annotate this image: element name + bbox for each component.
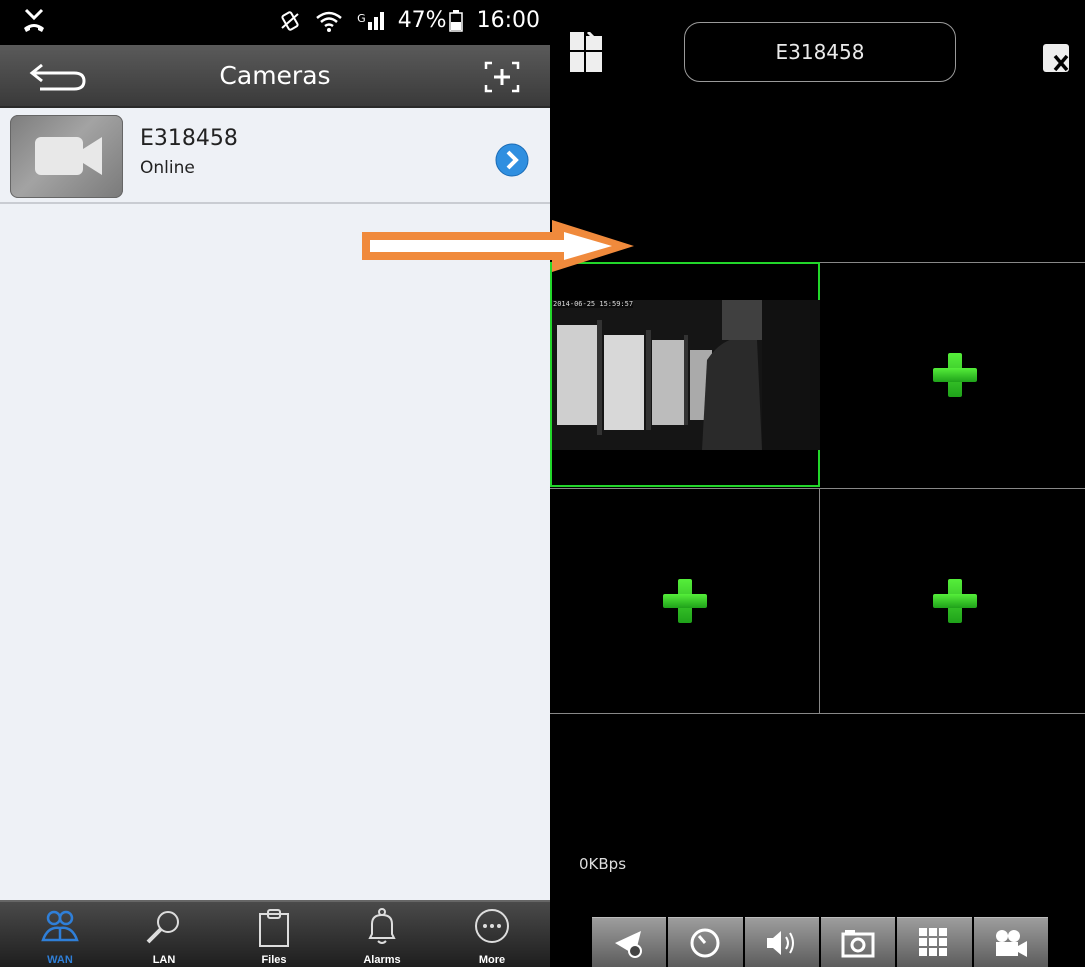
video-camera-icon xyxy=(35,137,102,175)
tab-label: More xyxy=(478,954,506,966)
tab-label: LAN xyxy=(152,954,176,966)
video-feed: 2014-06-25 15:59:57 xyxy=(552,300,820,450)
device-name-selector[interactable]: E318458 xyxy=(684,22,956,82)
grid-divider xyxy=(550,713,1085,714)
search-icon xyxy=(146,911,179,944)
arrow-annotation xyxy=(362,220,634,272)
more-icon xyxy=(475,909,509,943)
split-screen-icon[interactable] xyxy=(570,32,602,72)
status-bar: G 47% 16:00 xyxy=(0,0,550,45)
speaker-button[interactable] xyxy=(744,917,819,967)
bottom-tab-bar: WAN LAN Files Alarms More xyxy=(0,900,550,967)
camera-thumbnail xyxy=(10,115,123,198)
video-cell-2[interactable] xyxy=(820,262,1085,487)
page-title: Cameras xyxy=(219,61,331,90)
bitrate-readout: 0KBps xyxy=(579,855,627,873)
speed-button[interactable] xyxy=(668,917,743,967)
bell-icon xyxy=(368,908,396,944)
video-cell-3[interactable] xyxy=(550,488,820,713)
camera-list-item[interactable]: E318458 Online xyxy=(0,110,550,204)
wifi-icon xyxy=(316,11,342,32)
camera-snapshot-icon xyxy=(841,929,875,957)
video-timestamp: 2014-06-25 15:59:57 xyxy=(553,300,634,308)
chevron-right-icon[interactable] xyxy=(495,143,529,177)
tab-alarms[interactable]: Alarms xyxy=(332,902,432,967)
battery-percent: 47% xyxy=(397,8,447,33)
people-icon xyxy=(41,910,79,942)
camera-list-screen: G 47% 16:00 Cameras E318458 Online WAN L… xyxy=(0,0,550,967)
close-icon[interactable] xyxy=(1043,40,1073,76)
live-toolbar xyxy=(592,917,1048,967)
live-view-screen: E318458 2014-06-25 15:59:57 0KBps xyxy=(550,0,1085,967)
tab-label: WAN xyxy=(47,954,73,966)
tab-label: Files xyxy=(261,954,287,966)
tab-files[interactable]: Files xyxy=(224,902,324,967)
tab-lan[interactable]: LAN xyxy=(114,902,214,967)
snapshot-button[interactable] xyxy=(820,917,896,967)
camera-status: Online xyxy=(140,158,195,178)
clock: 16:00 xyxy=(476,8,540,33)
tab-more[interactable]: More xyxy=(442,902,542,967)
network-type-label: G xyxy=(357,11,366,25)
video-cell-4[interactable] xyxy=(820,488,1085,713)
add-camera-plus-icon[interactable] xyxy=(662,579,707,623)
video-cell-1[interactable]: 2014-06-25 15:59:57 xyxy=(550,262,820,487)
add-camera-plus-icon[interactable] xyxy=(933,353,977,397)
clipboard-icon xyxy=(259,909,289,947)
record-icon xyxy=(995,929,1027,957)
speaker-icon xyxy=(766,930,794,955)
vibrate-icon xyxy=(281,10,299,31)
speed-icon xyxy=(690,928,720,957)
battery-icon xyxy=(448,9,463,32)
video-frame xyxy=(552,300,820,450)
add-camera-icon[interactable] xyxy=(482,59,522,95)
ptz-settings-icon xyxy=(615,930,643,958)
ptz-settings-button[interactable] xyxy=(592,917,667,967)
add-camera-plus-icon[interactable] xyxy=(933,579,977,623)
title-bar: Cameras xyxy=(0,45,550,108)
missed-call-icon xyxy=(24,8,44,32)
grid-layout-icon xyxy=(919,927,948,956)
tab-wan[interactable]: WAN xyxy=(10,902,110,967)
tab-label: Alarms xyxy=(363,954,401,966)
signal-icon: G xyxy=(357,11,384,30)
grid-layout-button[interactable] xyxy=(897,917,972,967)
camera-name: E318458 xyxy=(140,126,238,151)
video-grid: 2014-06-25 15:59:57 xyxy=(550,262,1085,714)
record-button[interactable] xyxy=(973,917,1048,967)
